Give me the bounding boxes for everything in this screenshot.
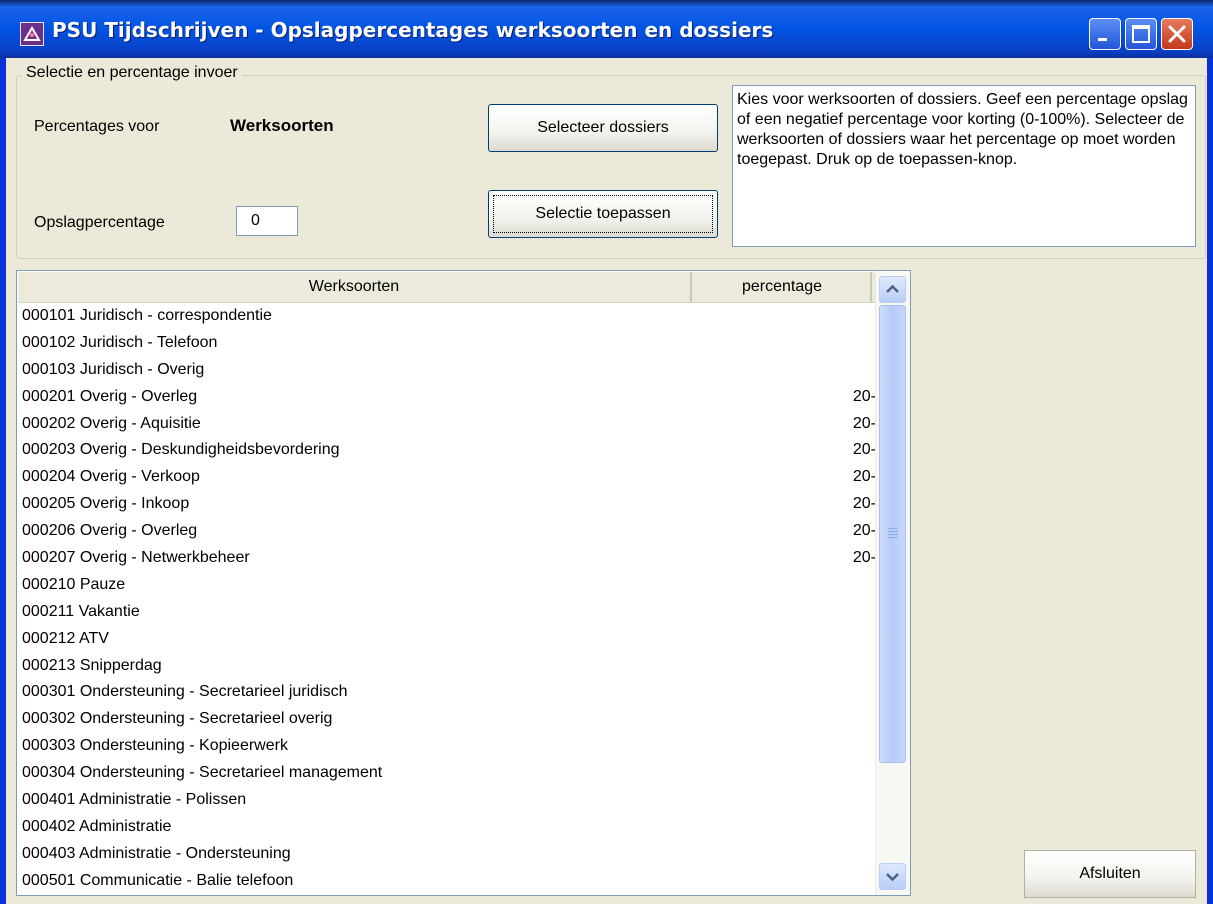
list-item[interactable]: 000401 Administratie - Polissen bbox=[18, 787, 878, 814]
surcharge-input[interactable]: 0 bbox=[236, 206, 298, 236]
chevron-down-icon bbox=[886, 873, 899, 882]
window-frame-left bbox=[0, 58, 6, 904]
list-item[interactable]: 000205 Overig - Inkoop 20- bbox=[18, 491, 878, 518]
app-window: PSU Tijdschrijven - Opslagpercentages we… bbox=[0, 0, 1213, 904]
list-item[interactable]: 000501 Communicatie - Balie telefoon bbox=[18, 868, 878, 895]
column-header-werksoorten[interactable]: Werksoorten bbox=[18, 272, 692, 302]
window-title: PSU Tijdschrijven - Opslagpercentages we… bbox=[52, 18, 774, 42]
werksoort-name: 000303 Ondersteuning - Kopieerwerk bbox=[22, 737, 288, 755]
list-item[interactable]: 000402 Administratie bbox=[18, 814, 878, 841]
title-bar[interactable]: PSU Tijdschrijven - Opslagpercentages we… bbox=[0, 0, 1213, 58]
werksoort-percentage: 20- bbox=[852, 414, 876, 432]
chevron-up-icon bbox=[886, 284, 899, 293]
list-item[interactable]: 000403 Administratie - Ondersteuning bbox=[18, 841, 878, 868]
werksoort-name: 000101 Juridisch - correspondentie bbox=[22, 307, 272, 324]
scroll-thumb[interactable] bbox=[879, 305, 906, 763]
list-header: Werksoorten percentage bbox=[18, 272, 891, 303]
scroll-down-button[interactable] bbox=[879, 863, 906, 890]
werksoort-name: 000204 Overig - Verkoop bbox=[22, 468, 200, 486]
scroll-up-button[interactable] bbox=[879, 276, 906, 303]
maximize-button[interactable] bbox=[1125, 18, 1157, 50]
list-item[interactable]: 000204 Overig - Verkoop 20- bbox=[18, 464, 878, 491]
column-header-percentage[interactable]: percentage bbox=[694, 272, 872, 302]
maximize-icon bbox=[1132, 25, 1150, 43]
info-textbox[interactable]: Kies voor werksoorten of dossiers. Geef … bbox=[732, 85, 1196, 247]
werksoorten-list[interactable]: Werksoorten percentage 000101 Juridisch … bbox=[16, 270, 911, 896]
werksoort-percentage: 20- bbox=[852, 441, 876, 459]
werksoort-name: 000403 Administratie - Ondersteuning bbox=[22, 844, 291, 862]
grip-line bbox=[888, 531, 898, 532]
werksoort-name: 000201 Overig - Overleg bbox=[22, 387, 198, 405]
werksoort-name: 000202 Overig - Aquisitie bbox=[22, 414, 201, 432]
werksoort-name: 000207 Overig - Netwerkbeheer bbox=[22, 549, 250, 567]
list-item[interactable]: 000213 Snipperdag bbox=[18, 653, 878, 680]
grip-line bbox=[888, 537, 898, 538]
werksoort-name: 000302 Ondersteuning - Secretarieel over… bbox=[22, 710, 333, 728]
werksoort-name: 000203 Overig - Deskundigheidsbevorderin… bbox=[22, 441, 340, 459]
select-dossiers-label: Selecteer dossiers bbox=[537, 119, 669, 136]
select-dossiers-button[interactable]: Selecteer dossiers bbox=[488, 104, 718, 152]
werksoort-name: 000103 Juridisch - Overig bbox=[22, 360, 205, 378]
werksoort-percentage: 20- bbox=[852, 522, 876, 540]
werksoort-percentage: 20- bbox=[852, 495, 876, 513]
list-item[interactable]: 000210 Pauze bbox=[18, 572, 878, 599]
werksoort-percentage: 20- bbox=[852, 468, 876, 486]
list-item[interactable]: 000102 Juridisch - Telefoon bbox=[18, 330, 878, 357]
werksoort-name: 000206 Overig - Overleg bbox=[22, 522, 198, 540]
werksoort-name: 000301 Ondersteuning - Secretarieel juri… bbox=[22, 683, 348, 701]
close-icon bbox=[1168, 25, 1186, 43]
surcharge-label: Opslagpercentage bbox=[34, 214, 165, 231]
list-item[interactable]: 000302 Ondersteuning - Secretarieel over… bbox=[18, 706, 878, 733]
vertical-scrollbar[interactable] bbox=[875, 271, 910, 895]
window-frame-right bbox=[1207, 58, 1213, 904]
list-item[interactable]: 000202 Overig - Aquisitie 20- bbox=[18, 411, 878, 438]
minimize-icon bbox=[1098, 38, 1107, 41]
list-item[interactable]: 000206 Overig - Overleg 20- bbox=[18, 518, 878, 545]
werksoort-name: 000212 ATV bbox=[22, 629, 109, 647]
close-button[interactable] bbox=[1161, 18, 1193, 50]
list-rows: 000101 Juridisch - correspondentie 000102… bbox=[18, 303, 878, 895]
list-item[interactable]: 000303 Ondersteuning - Kopieerwerk bbox=[18, 733, 878, 760]
list-item[interactable]: 000211 Vakantie bbox=[18, 599, 878, 626]
werksoort-name: 000401 Administratie - Polissen bbox=[22, 791, 247, 809]
werksoort-name: 000205 Overig - Inkoop bbox=[22, 495, 190, 513]
list-item[interactable]: 000207 Overig - Netwerkbeheer 20- bbox=[18, 545, 878, 572]
grip-line bbox=[888, 528, 898, 529]
werksoort-name: 000210 Pauze bbox=[22, 575, 126, 593]
apply-selection-button[interactable]: Selectie toepassen bbox=[488, 190, 718, 238]
app-icon[interactable] bbox=[20, 22, 44, 46]
grip-line bbox=[888, 534, 898, 535]
werksoort-percentage: 20- bbox=[852, 549, 876, 567]
werksoort-name: 000402 Administratie bbox=[22, 817, 172, 835]
selection-group-label: Selectie en percentage invoer bbox=[22, 64, 242, 82]
percentages-for-label: Percentages voor bbox=[34, 118, 160, 135]
list-item[interactable]: 000301 Ondersteuning - Secretarieel juri… bbox=[18, 679, 878, 706]
list-item[interactable]: 000212 ATV bbox=[18, 626, 878, 653]
apply-selection-label: Selectie toepassen bbox=[535, 205, 671, 222]
werksoort-percentage: 20- bbox=[852, 387, 876, 405]
afsluiten-button[interactable]: Afsluiten bbox=[1024, 850, 1196, 898]
list-item[interactable]: 000304 Ondersteuning - Secretarieel mana… bbox=[18, 760, 878, 787]
werksoort-name: 000501 Communicatie - Balie telefoon bbox=[22, 871, 294, 889]
werksoort-name: 000213 Snipperdag bbox=[22, 656, 162, 674]
list-item[interactable]: 000203 Overig - Deskundigheidsbevorderin… bbox=[18, 437, 878, 464]
minimize-button[interactable] bbox=[1089, 18, 1121, 50]
werksoort-name: 000211 Vakantie bbox=[22, 602, 140, 620]
list-item[interactable]: 000101 Juridisch - correspondentie bbox=[18, 303, 878, 330]
percentages-for-value: Werksoorten bbox=[230, 116, 334, 135]
list-item[interactable]: 000201 Overig - Overleg 20- bbox=[18, 384, 878, 411]
list-item[interactable]: 000103 Juridisch - Overig bbox=[18, 357, 878, 384]
werksoort-name: 000304 Ondersteuning - Secretarieel mana… bbox=[22, 764, 383, 782]
werksoort-name: 000102 Juridisch - Telefoon bbox=[22, 333, 218, 351]
